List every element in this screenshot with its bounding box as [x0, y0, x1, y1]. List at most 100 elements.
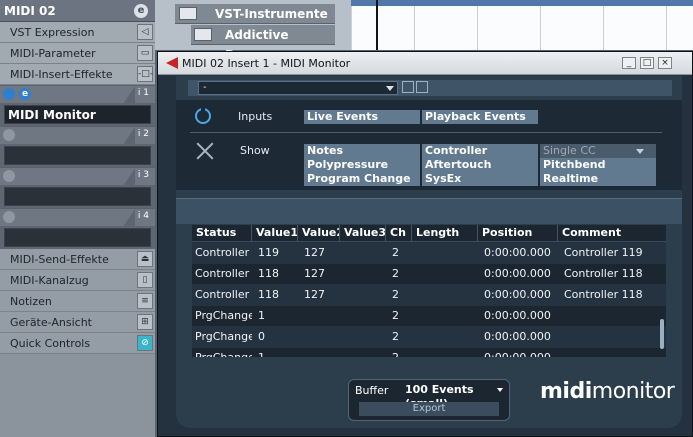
table-cell — [412, 264, 478, 284]
project-cursor[interactable] — [376, 0, 378, 50]
expression-icon[interactable]: ◁ — [137, 24, 153, 40]
send-icon[interactable]: ⏏ — [137, 251, 153, 267]
show-controller[interactable]: Controller — [422, 144, 540, 158]
table-scrollbar[interactable] — [660, 319, 664, 349]
preset-select[interactable]: - — [198, 81, 398, 95]
save-preset-icon[interactable] — [416, 81, 428, 93]
col-comment[interactable]: Comment — [558, 225, 666, 241]
table-cell: 0:00:00.000 — [484, 246, 551, 259]
insert-slot-4-field[interactable] — [4, 228, 151, 247]
table-body: Controller 119 127 2 0:00:00.000 Controller 1… — [192, 242, 666, 357]
inspector-section-notes[interactable]: Notizen ≡ — [0, 291, 155, 312]
show-notes[interactable]: Notes — [304, 144, 422, 158]
edit-instrument-icon[interactable]: e — [134, 4, 148, 18]
input-live-events[interactable]: Live Events — [304, 110, 422, 124]
table-cell: 0:00:00.000 — [484, 330, 551, 343]
track-name-header[interactable]: MIDI 02 e — [0, 0, 155, 22]
settings-panel: Inputs Live Events Playback Events Show … — [176, 100, 682, 190]
show-aftertouch[interactable]: Aftertouch — [422, 158, 540, 172]
inspector-section-midi-parameter[interactable]: MIDI-Parameter ▭ — [0, 43, 155, 64]
table-cell: 119 — [258, 246, 279, 259]
table-cell: 0:00:00.000 — [478, 348, 558, 357]
col-value2[interactable]: Value2 — [298, 225, 340, 241]
table-cell: 2 — [386, 348, 412, 357]
insert-slot-1-header: e i 1 — [0, 85, 155, 104]
col-value3[interactable]: Value3 — [340, 225, 386, 241]
table-cell — [558, 348, 666, 357]
inputs-label: Inputs — [238, 110, 273, 123]
col-status[interactable]: Status — [192, 225, 252, 241]
folder-icon — [194, 28, 212, 41]
show-program-change[interactable]: Program Change — [304, 172, 422, 186]
single-cc-select[interactable]: Single CC — [540, 144, 658, 158]
parameter-icon[interactable]: ▭ — [137, 45, 153, 61]
table-cell: 0:00:00.000 — [484, 288, 551, 301]
insert-slot-2-field[interactable] — [4, 146, 151, 165]
table-row[interactable]: Controller 118 127 2 0:00:00.000 Controller 1… — [192, 284, 666, 305]
inspector-section-midi-channel[interactable]: MIDI-Kanalzug ▯ — [0, 270, 155, 291]
preset-value: - — [203, 82, 207, 93]
close-icon[interactable]: × — [658, 57, 672, 69]
slot-divider — [123, 86, 135, 104]
table-row[interactable]: PrgChange 0 2 0:00:00.000 — [192, 326, 666, 347]
table-cell: Controller — [195, 246, 250, 259]
window-titlebar[interactable]: MIDI 02 Insert 1 - MIDI Monitor _ □ × — [158, 52, 692, 75]
input-playback-events[interactable]: Playback Events — [422, 110, 540, 124]
section-label: MIDI-Send-Effekte — [10, 252, 109, 266]
inspector-section-midi-send[interactable]: MIDI-Send-Effekte ⏏ — [0, 249, 155, 270]
insert-icon[interactable]: -□- — [137, 66, 153, 82]
toolbar-strip — [176, 198, 682, 224]
insert-slot-3-field[interactable] — [4, 187, 151, 206]
inspector-section-quick-controls[interactable]: Quick Controls ⊘ — [0, 333, 155, 354]
channel-icon[interactable]: ▯ — [137, 272, 153, 288]
show-sysex[interactable]: SysEx — [422, 172, 540, 186]
power-icon[interactable] — [3, 88, 15, 100]
table-cell: 2 — [392, 288, 399, 301]
minimize-icon[interactable]: _ — [622, 57, 636, 69]
power-icon[interactable] — [3, 129, 15, 141]
folder-icon — [179, 7, 197, 20]
inspector-section-vst-expression[interactable]: VST Expression ◁ — [0, 22, 155, 43]
col-length[interactable]: Length — [412, 225, 478, 241]
divider — [190, 132, 662, 133]
event-table: Status Value1 Value2 Value3 Ch Length Po… — [192, 225, 666, 357]
table-row[interactable]: PrgChange120:00:00.000 — [192, 305, 666, 326]
table-cell: 0:00:00.000 — [484, 309, 551, 322]
section-label: Geräte-Ansicht — [10, 315, 92, 329]
col-channel[interactable]: Ch — [386, 225, 412, 241]
load-preset-icon[interactable] — [402, 81, 414, 93]
show-realtime[interactable]: Realtime — [540, 172, 658, 186]
table-cell — [298, 306, 340, 326]
power-icon[interactable] — [3, 211, 15, 223]
notes-icon[interactable]: ≡ — [137, 293, 153, 309]
table-cell — [558, 306, 666, 326]
table-cell: Controller 119 — [564, 246, 643, 259]
table-cell: 2 — [392, 246, 399, 259]
show-pitchbend[interactable]: Pitchbend — [540, 158, 658, 172]
table-cell — [412, 327, 478, 347]
inspector-section-midi-insert[interactable]: MIDI-Insert-Effekte -□- — [0, 64, 155, 85]
track-vst-instruments[interactable]: VST-Instrumente — [175, 4, 335, 24]
table-cell — [340, 243, 386, 263]
edit-icon[interactable]: e — [19, 88, 31, 100]
insert-slot-1-field[interactable]: MIDI Monitor — [4, 105, 151, 124]
table-row[interactable]: Controller 118 127 2 0:00:00.000 Controller 1… — [192, 263, 666, 284]
table-cell: 2 — [392, 309, 399, 322]
power-icon[interactable] — [195, 106, 211, 124]
maximize-icon[interactable]: □ — [640, 57, 654, 69]
quick-controls-icon[interactable]: ⊘ — [137, 335, 153, 351]
inspector-section-device-view[interactable]: Geräte-Ansicht ⊞ — [0, 312, 155, 333]
table-row[interactable]: Controller 119 127 2 0:00:00.000 Controller 1… — [192, 242, 666, 263]
track-addictive-drums[interactable]: Addictive Drums — [191, 25, 335, 62]
buffer-select[interactable]: 100 Events (small) — [401, 383, 505, 410]
power-icon[interactable] — [3, 170, 15, 182]
device-icon[interactable]: ⊞ — [137, 314, 153, 330]
event-grid[interactable] — [351, 0, 693, 50]
col-position[interactable]: Position — [478, 225, 558, 241]
col-value1[interactable]: Value1 — [252, 225, 298, 241]
cubase-logo-icon — [166, 57, 178, 69]
close-filter-icon[interactable] — [196, 142, 214, 160]
table-row[interactable]: PrgChange120:00:00.000 — [192, 347, 666, 357]
show-polypressure[interactable]: Polypressure — [304, 158, 422, 172]
export-button[interactable]: Export — [359, 402, 499, 416]
